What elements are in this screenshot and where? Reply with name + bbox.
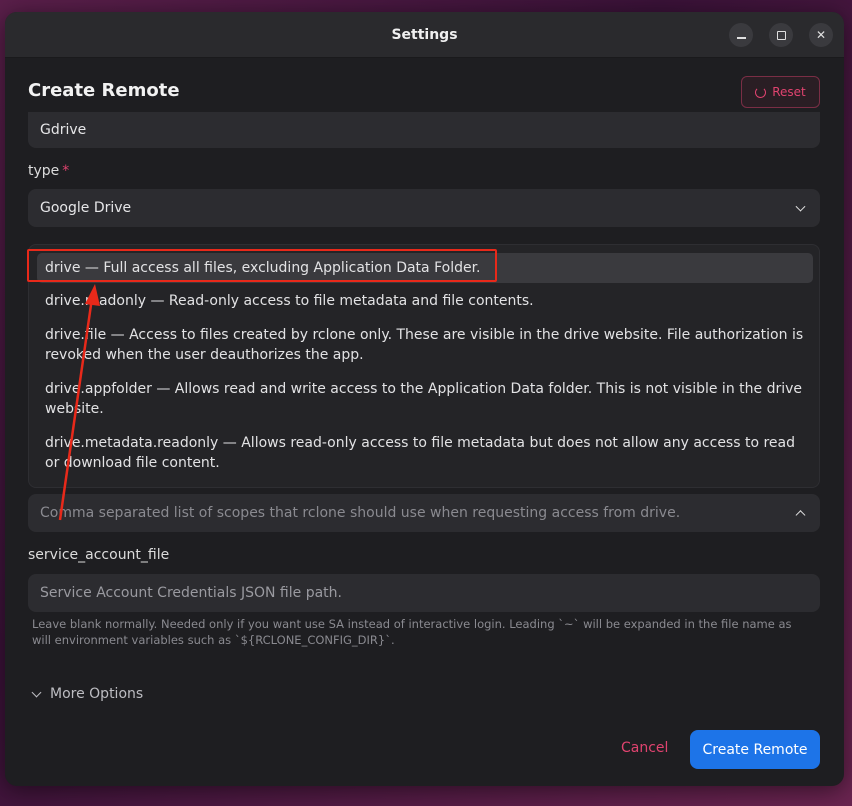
scope-option-label: drive.file — Access to files created by …	[45, 327, 804, 363]
name-input[interactable]: Gdrive	[28, 112, 820, 148]
scope-option-drive-metadata-readonly[interactable]: drive.metadata.readonly — Allows read-on…	[37, 433, 813, 473]
page-title: Create Remote	[28, 80, 180, 101]
close-button[interactable]: ✕	[809, 23, 833, 47]
service-account-help: Leave blank normally. Needed only if you…	[32, 617, 792, 647]
create-remote-button[interactable]: Create Remote	[690, 730, 820, 769]
chevron-up-icon	[795, 510, 806, 521]
titlebar: Settings ✕	[5, 12, 844, 58]
type-label: type *	[28, 163, 69, 179]
more-options-toggle[interactable]: More Options	[30, 686, 143, 702]
chevron-down-icon	[795, 201, 806, 212]
service-account-label: service_account_file	[28, 547, 170, 563]
scope-dropdown: drive — Full access all files, excluding…	[28, 244, 820, 488]
window-title: Settings	[391, 27, 458, 43]
scope-option-label: drive.metadata.readonly — Allows read-on…	[45, 435, 796, 471]
refresh-icon	[755, 86, 767, 98]
scope-option-drive-file[interactable]: drive.file — Access to files created by …	[37, 325, 813, 365]
scope-placeholder: Comma separated list of scopes that rclo…	[40, 505, 681, 521]
more-options-label: More Options	[50, 686, 144, 702]
scope-select[interactable]: Comma separated list of scopes that rclo…	[28, 494, 820, 532]
scope-option-label: drive.readonly — Read-only access to fil…	[45, 293, 534, 309]
maximize-icon	[776, 30, 786, 40]
service-account-input[interactable]: Service Account Credentials JSON file pa…	[28, 574, 820, 612]
name-value: Gdrive	[40, 122, 87, 138]
type-select[interactable]: Google Drive	[28, 189, 820, 227]
close-icon: ✕	[815, 28, 827, 42]
maximize-button[interactable]	[769, 23, 793, 47]
type-value: Google Drive	[40, 200, 132, 216]
reset-label: Reset	[772, 85, 806, 99]
service-account-placeholder: Service Account Credentials JSON file pa…	[40, 585, 342, 601]
scope-option-drive-appfolder[interactable]: drive.appfolder — Allows read and write …	[37, 379, 813, 419]
cancel-button[interactable]: Cancel	[621, 740, 668, 756]
type-label-text: type	[28, 163, 60, 179]
reset-button[interactable]: Reset	[741, 76, 820, 108]
minimize-button[interactable]	[729, 23, 753, 47]
scope-option-drive-readonly[interactable]: drive.readonly — Read-only access to fil…	[37, 291, 813, 311]
settings-window: Settings ✕ Create Remote Reset Gdrive ty…	[5, 12, 844, 786]
required-mark: *	[62, 163, 70, 179]
chevron-down-icon	[31, 687, 42, 697]
scope-option-label: drive — Full access all files, excluding…	[45, 260, 481, 276]
scope-option-drive[interactable]: drive — Full access all files, excluding…	[37, 253, 813, 283]
scope-option-label: drive.appfolder — Allows read and write …	[45, 381, 803, 417]
minimize-icon	[736, 37, 746, 39]
